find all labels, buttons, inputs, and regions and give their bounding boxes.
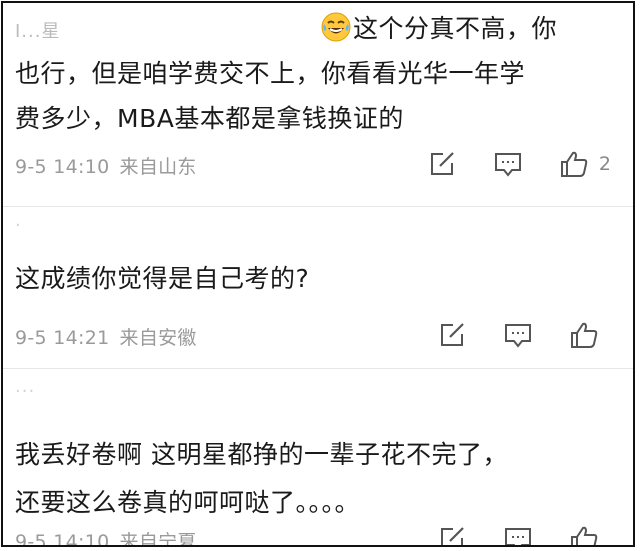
username[interactable]: ··· [15, 381, 35, 402]
comment-line: 我丢好卷啊 这明星都挣的一辈子花不完了， [15, 440, 508, 469]
comment-icon [494, 153, 521, 177]
username[interactable]: · [15, 215, 22, 236]
comment-line: 还要这么卷真的呵呵哒了。。。。 [15, 488, 361, 517]
edit-button[interactable] [427, 149, 457, 179]
grinning-sweat-emoji [321, 11, 351, 42]
comment-meta: 9-5 14:10 来自宁夏 [15, 527, 197, 547]
like-button[interactable]: 2 [559, 149, 611, 179]
location: 来自宁夏 [119, 531, 197, 547]
thumbs-up-icon [560, 151, 588, 177]
reply-button[interactable] [493, 149, 523, 179]
comment-icon [505, 324, 531, 348]
comment-text: 这个分真不高，你 也行，但是咱学费交不上，你看看光华一年学 费多少，MBA基本都… [15, 6, 619, 141]
comment-text: 我丢好卷啊 这明星都挣的一辈子花不完了， 还要这么卷真的呵呵哒了。。。。 [15, 431, 619, 527]
comment-item: ··· 我丢好卷啊 这明星都挣的一辈子花不完了， 还要这么卷真的呵呵哒了。。。。… [3, 369, 633, 547]
comment-actions: 2 [391, 149, 611, 179]
comment-line: 费多少，MBA基本都是拿钱换证的 [15, 104, 404, 133]
reply-button[interactable] [503, 524, 533, 545]
edit-button[interactable] [437, 320, 467, 350]
comment-meta: 9-5 14:21 来自安徽 [15, 323, 197, 350]
thumbs-up-icon [571, 322, 598, 348]
comment-icon [505, 528, 531, 545]
comment-actions [401, 524, 609, 545]
edit-icon [430, 152, 454, 175]
location: 来自安徽 [119, 327, 197, 349]
edit-icon [441, 323, 464, 346]
comment-line: 这成绩你觉得是自己考的? [15, 264, 310, 293]
comment-item: I...星 这个分真不高，你 也行，但是咱学费交不上，你看看光华一年学 费多少，… [3, 3, 633, 203]
timestamp: 9-5 14:10 [15, 531, 110, 547]
comments-panel: I...星 这个分真不高，你 也行，但是咱学费交不上，你看看光华一年学 费多少，… [1, 1, 635, 547]
edit-icon [441, 527, 464, 545]
like-button[interactable] [569, 524, 609, 545]
like-button[interactable] [569, 320, 609, 350]
edit-button[interactable] [437, 524, 467, 545]
comment-line: 也行，但是咱学费交不上，你看看光华一年学 [15, 59, 526, 88]
comment-actions [401, 320, 609, 350]
reply-button[interactable] [503, 320, 533, 350]
comment-text: 这成绩你觉得是自己考的? [15, 256, 619, 301]
comment-item: · 这成绩你觉得是自己考的? 9-5 14:21 来自安徽 [3, 207, 633, 367]
comment-line: 这个分真不高，你 [353, 14, 558, 43]
comment-meta: 9-5 14:10 来自山东 [15, 152, 197, 179]
location: 来自山东 [119, 156, 197, 178]
like-count: 2 [598, 153, 611, 175]
thumbs-up-icon [571, 526, 598, 545]
timestamp: 9-5 14:21 [15, 327, 110, 349]
timestamp: 9-5 14:10 [15, 156, 110, 178]
